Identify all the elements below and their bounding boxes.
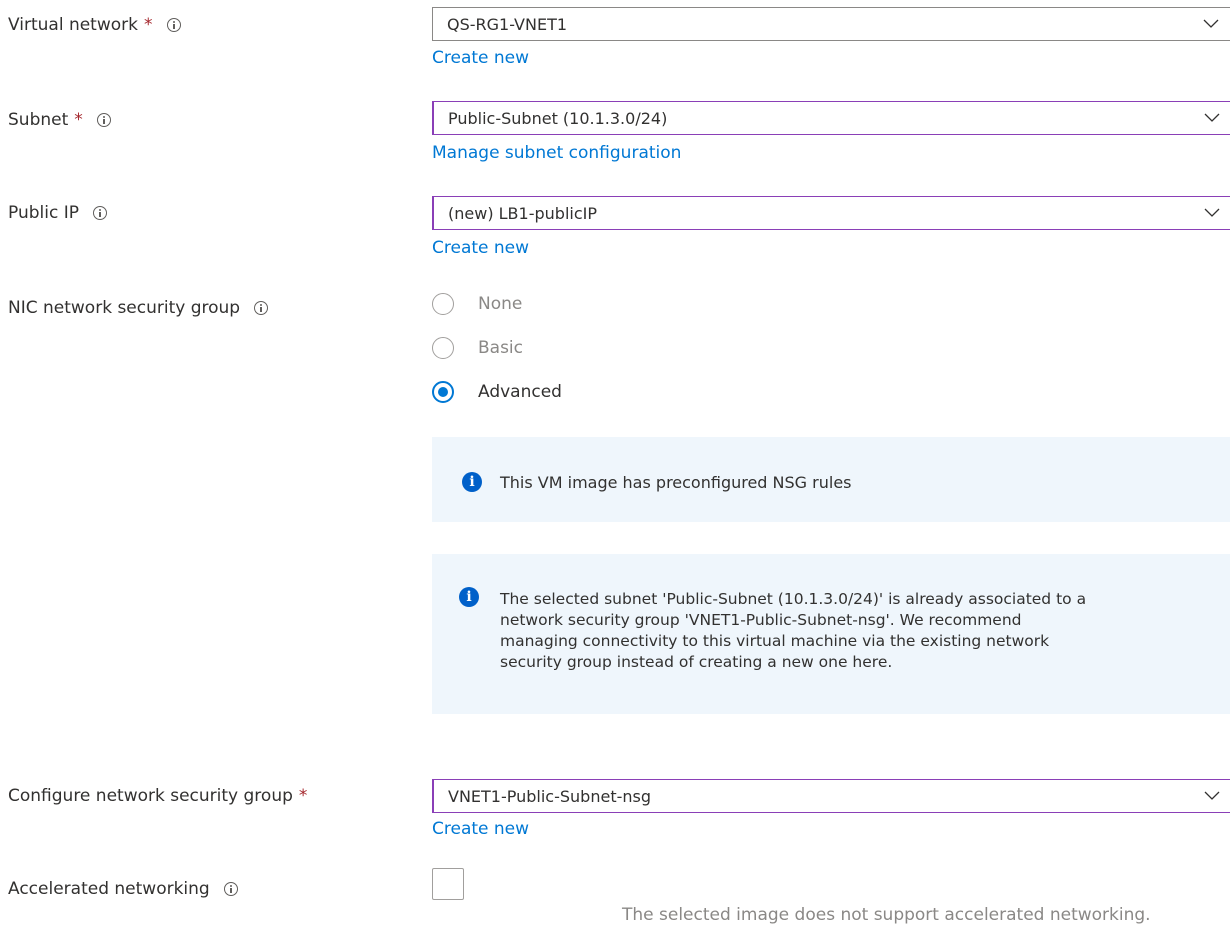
radio-label-none: None (478, 294, 523, 314)
info-line: managing connectivity to this virtual ma… (500, 632, 1050, 650)
radio-button-none[interactable] (432, 293, 454, 315)
virtual-network-create-new-link[interactable]: Create new (432, 48, 529, 68)
subnet-nsg-info-text: The selected subnet 'Public-Subnet (10.1… (500, 589, 1086, 673)
configure-nsg-label: Configure network security group * (8, 785, 307, 807)
subnet-dropdown[interactable]: Public-Subnet (10.1.3.0/24) (432, 101, 1230, 135)
subnet-nsg-info-box: i The selected subnet 'Public-Subnet (10… (432, 554, 1230, 714)
public-ip-value: (new) LB1-publicIP (448, 203, 597, 223)
radio-label-advanced: Advanced (478, 382, 562, 402)
accelerated-networking-checkbox[interactable] (432, 868, 464, 900)
virtual-network-label: Virtual network * (8, 14, 181, 36)
info-icon[interactable] (166, 18, 181, 32)
public-ip-dropdown[interactable]: (new) LB1-publicIP (432, 196, 1230, 230)
info-line: security group instead of creating a new… (500, 653, 893, 671)
chevron-down-icon (1204, 113, 1220, 122)
chevron-down-icon (1204, 208, 1220, 217)
accelerated-networking-label: Accelerated networking (8, 878, 238, 900)
chevron-down-icon (1204, 791, 1220, 800)
radio-button-advanced[interactable] (432, 381, 454, 403)
required-asterisk: * (144, 15, 153, 35)
public-ip-label-text: Public IP (8, 203, 79, 223)
radio-option-basic[interactable]: Basic (432, 337, 523, 359)
configure-nsg-label-text: Configure network security group (8, 786, 293, 806)
chevron-down-icon (1203, 19, 1219, 28)
required-asterisk: * (298, 786, 308, 806)
public-ip-create-new-link[interactable]: Create new (432, 238, 529, 258)
virtual-network-dropdown[interactable]: QS-RG1-VNET1 (432, 7, 1230, 41)
info-line: The selected subnet 'Public-Subnet (10.1… (500, 590, 1087, 608)
required-asterisk: * (74, 110, 83, 130)
accelerated-networking-note: The selected image does not support acce… (622, 905, 1151, 925)
nsg-info-text: This VM image has preconfigured NSG rule… (500, 473, 852, 492)
configure-nsg-value: VNET1-Public-Subnet-nsg (448, 786, 651, 806)
manage-subnet-configuration-link[interactable]: Manage subnet configuration (432, 143, 681, 163)
nic-nsg-label: NIC network security group (8, 297, 269, 319)
info-icon: i (462, 472, 482, 492)
radio-button-basic[interactable] (432, 337, 454, 359)
subnet-label-text: Subnet (8, 110, 69, 130)
radio-option-none[interactable]: None (432, 293, 522, 315)
radio-label-basic: Basic (478, 338, 524, 358)
subnet-label: Subnet * (8, 109, 111, 131)
info-icon[interactable] (254, 301, 269, 315)
public-ip-label: Public IP (8, 202, 107, 224)
info-icon[interactable] (223, 882, 238, 896)
accelerated-networking-label-text: Accelerated networking (8, 879, 210, 899)
virtual-network-label-text: Virtual network (8, 15, 138, 35)
subnet-value: Public-Subnet (10.1.3.0/24) (448, 108, 668, 128)
info-icon: i (459, 587, 479, 607)
info-icon[interactable] (96, 113, 111, 127)
configure-nsg-create-new-link[interactable]: Create new (432, 819, 529, 839)
info-line: network security group 'VNET1-Public-Sub… (500, 611, 1022, 629)
radio-option-advanced[interactable]: Advanced (432, 381, 562, 403)
nic-nsg-label-text: NIC network security group (8, 298, 241, 318)
nsg-info-box: i This VM image has preconfigured NSG ru… (432, 437, 1230, 522)
info-icon[interactable] (92, 206, 107, 220)
virtual-network-value: QS-RG1-VNET1 (447, 14, 568, 34)
configure-nsg-dropdown[interactable]: VNET1-Public-Subnet-nsg (432, 779, 1230, 813)
